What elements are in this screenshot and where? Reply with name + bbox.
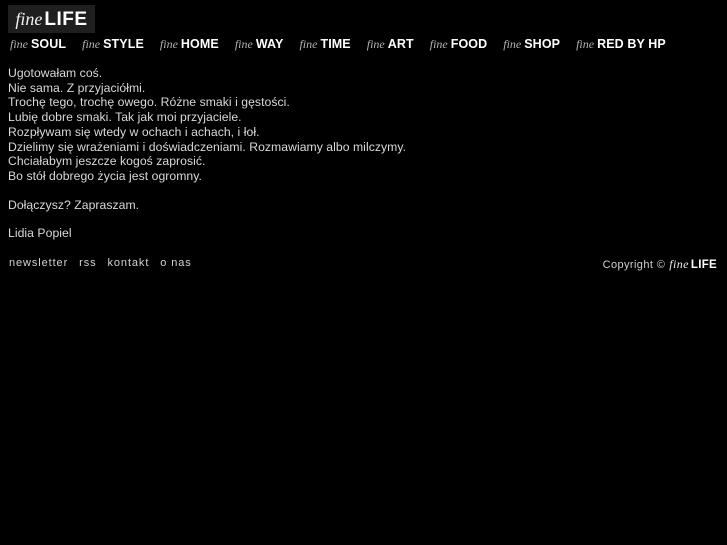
nav-item-prefix: fine <box>159 37 178 51</box>
article-line: Dzielimy się wrażeniami i doświadczeniam… <box>8 139 407 154</box>
article-line: Nie sama. Z przyjaciółmi. <box>8 80 146 95</box>
nav-item-prefix: fine <box>82 37 101 51</box>
nav-item-prefix: fine <box>10 37 28 51</box>
logo-prefix: fine <box>15 8 43 29</box>
nav-item-prefix: fine <box>234 37 253 51</box>
logo-name: LIFE <box>44 8 88 30</box>
nav-item-home[interactable]: fine HOME <box>160 37 219 52</box>
nav-item-prefix: fine <box>576 37 595 51</box>
article-line: Chciałabym jeszcze kogoś zaprosić. <box>8 154 206 169</box>
nav-item-label: WAY <box>255 37 284 51</box>
nav-item-label: RED BY HP <box>597 37 666 51</box>
nav-item-art[interactable]: fine ART <box>367 37 414 52</box>
article-paragraph-invite: Dołączysz? Zapraszam. <box>8 198 708 213</box>
site-footer: newsletter rss kontakt o nas Copyright ©… <box>0 257 727 273</box>
nav-item-shop[interactable]: fine SHOP <box>503 37 560 52</box>
nav-item-label: FOOD <box>450 37 488 51</box>
nav-item-label: TIME <box>320 37 351 51</box>
article-line: Rozpływam się wtedy w ochach i achach, i… <box>8 124 260 139</box>
logo-text: fine LIFE <box>15 10 87 29</box>
main-navigation: fine SOUL fine STYLE fine HOME fine WAY … <box>10 37 666 53</box>
nav-item-prefix: fine <box>503 37 522 51</box>
article-line: Lubię dobre smaki. Tak jak moi przyjacie… <box>8 110 242 125</box>
nav-item-label: SOUL <box>31 37 67 51</box>
article-line: Dołączysz? Zapraszam. <box>8 197 140 212</box>
nav-item-style[interactable]: fine STYLE <box>82 37 144 52</box>
article-line: Ugotowałam coś. <box>8 66 103 80</box>
nav-item-red-by-hp[interactable]: fine RED BY HP <box>576 37 666 52</box>
nav-item-prefix: fine <box>429 37 448 51</box>
article-line: Trochę tego, trochę owego. Różne smaki i… <box>8 95 290 110</box>
footer-link-o-nas[interactable]: o nas <box>160 257 191 269</box>
footer-link-kontakt[interactable]: kontakt <box>108 257 150 269</box>
article-line: Lidia Popiel <box>8 226 72 241</box>
copyright: Copyright © fine LIFE <box>603 257 717 272</box>
nav-item-way[interactable]: fine WAY <box>235 37 284 52</box>
nav-item-label: HOME <box>180 37 219 51</box>
nav-item-label: SHOP <box>524 37 561 51</box>
article-signature: Lidia Popiel <box>8 226 708 241</box>
nav-item-time[interactable]: fine TIME <box>299 37 350 52</box>
site-logo[interactable]: fine LIFE <box>8 5 95 33</box>
copyright-text: Copyright © <box>602 259 666 271</box>
nav-item-prefix: fine <box>366 37 385 51</box>
copyright-brand-name: LIFE <box>690 259 717 271</box>
nav-item-food[interactable]: fine FOOD <box>430 37 488 52</box>
article-paragraph: Ugotowałam coś. Nie sama. Z przyjaciółmi… <box>8 66 708 184</box>
nav-item-label: STYLE <box>103 37 144 51</box>
article-body: Ugotowałam coś. Nie sama. Z przyjaciółmi… <box>8 66 708 241</box>
footer-link-newsletter[interactable]: newsletter <box>9 257 68 269</box>
nav-item-soul[interactable]: fine SOUL <box>10 37 66 52</box>
nav-item-label: ART <box>387 37 414 51</box>
copyright-brand-prefix: fine <box>669 257 689 271</box>
article-line: Bo stół dobrego życia jest ogromny. <box>8 168 202 183</box>
footer-link-rss[interactable]: rss <box>79 257 96 269</box>
nav-item-prefix: fine <box>299 37 318 51</box>
footer-links: newsletter rss kontakt o nas <box>9 257 192 269</box>
